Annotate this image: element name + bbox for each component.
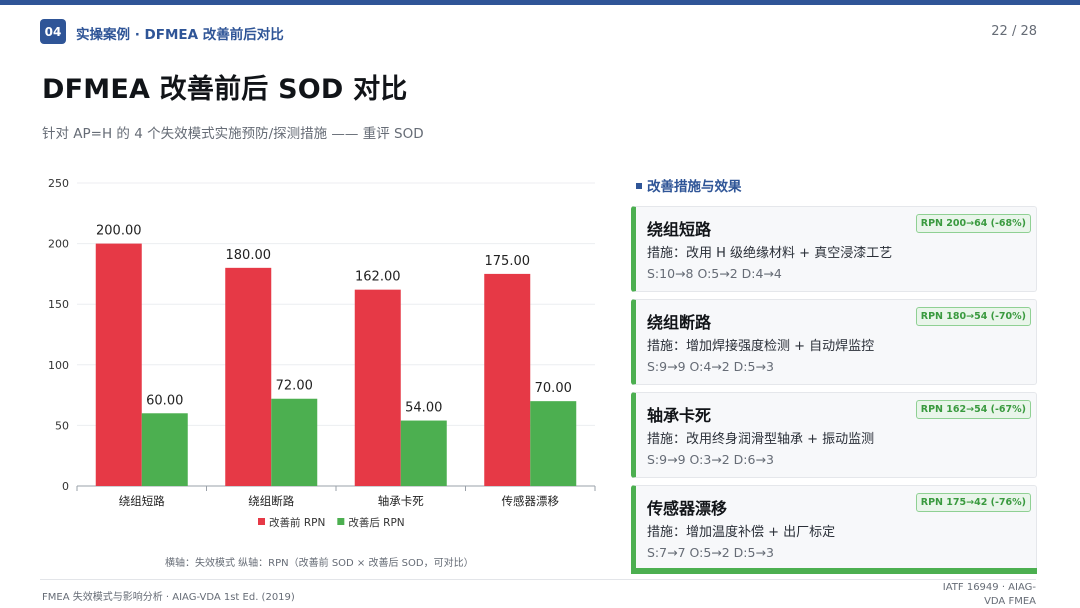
card-sod: S:10→8 O:5→2 D:4→4 (647, 266, 782, 281)
data-label: 54.00 (405, 401, 442, 416)
legend-swatch (337, 518, 345, 525)
rpn-badge: RPN 175→42 (-76%) (915, 493, 1031, 512)
page-subtitle: 针对 AP=H 的 4 个失效模式实施预防/探测措施 —— 重评 SOD (42, 126, 424, 142)
measure-card: 绕组短路 措施：改用 H 级绝缘材料 + 真空浸漆工艺 S:10→8 O:5→2… (631, 206, 1037, 292)
data-label: 72.00 (276, 379, 313, 394)
card-measure: 措施：增加焊接强度检测 + 自动焊监控 (647, 339, 875, 354)
y-tick-label: 200 (48, 238, 69, 251)
footer-standard: IATF 16949 · AIAG-VDA FMEA (942, 582, 1036, 607)
y-tick-label: 150 (48, 298, 69, 311)
data-label: 60.00 (146, 393, 183, 408)
y-tick-label: 50 (55, 419, 69, 432)
bar (400, 420, 447, 486)
legend-label: 改善前 RPN (269, 516, 325, 529)
legend-swatch (258, 518, 265, 525)
legend-label: 改善后 RPN (348, 516, 404, 529)
data-label: 70.00 (535, 381, 572, 396)
measure-card: 绕组断路 措施：增加焊接强度检测 + 自动焊监控 S:9→9 O:4→2 D:5… (631, 299, 1037, 385)
data-label: 200.00 (96, 224, 142, 239)
rpn-badge: RPN 162→54 (-67%) (915, 400, 1031, 419)
data-label: 180.00 (226, 248, 272, 263)
bar (530, 401, 577, 486)
card-measure: 措施：增加温度补偿 + 出厂标定 (647, 525, 836, 540)
axis-note: 横轴：失效模式 纵轴：RPN（改善前 SOD × 改善后 SOD，可对比） (165, 558, 474, 569)
card-sod: S:9→9 O:4→2 D:5→3 (647, 359, 774, 374)
bar (271, 398, 318, 486)
square-bullet-icon (636, 183, 642, 189)
y-tick-label: 250 (48, 177, 69, 190)
x-tick-label: 传感器漂移 (502, 494, 560, 508)
data-label: 162.00 (355, 270, 401, 285)
footer-divider (40, 579, 1036, 580)
card-title: 绕组短路 (647, 220, 712, 239)
x-tick-label: 轴承卡死 (378, 494, 424, 508)
card-sod: S:7→7 O:5→2 D:5→3 (647, 545, 774, 560)
section-title: 实操案例 · DFMEA 改善前后对比 (76, 27, 284, 43)
measure-card: 传感器漂移 措施：增加温度补偿 + 出厂标定 S:7→7 O:5→2 D:5→3… (631, 485, 1037, 571)
panel-title: 改善措施与效果 (636, 175, 742, 195)
data-label: 175.00 (485, 254, 531, 269)
card-sod: S:9→9 O:3→2 D:6→3 (647, 452, 774, 467)
card-measure: 措施：改用 H 级绝缘材料 + 真空浸漆工艺 (647, 246, 893, 261)
card-title: 绕组断路 (647, 313, 712, 332)
bar (484, 273, 531, 486)
section-number-badge: 04 (40, 19, 66, 44)
rpn-badge: RPN 180→54 (-70%) (915, 307, 1031, 326)
rpn-badge: RPN 200→64 (-68%) (915, 214, 1031, 233)
y-tick-label: 0 (62, 480, 69, 493)
x-tick-label: 绕组断路 (248, 494, 294, 508)
rpn-bar-chart: 0 50 100 150 200 250 200.00 60.00 绕组短路 180.00 72.0… (48, 177, 596, 529)
page-title: DFMEA 改善前后 SOD 对比 (42, 74, 408, 105)
page-indicator: 22 / 28 (991, 24, 1037, 39)
bar (95, 243, 142, 486)
panel-bottom-bar (631, 568, 1037, 574)
measure-card: 轴承卡死 措施：改用终身润滑型轴承 + 振动监测 S:9→9 O:3→2 D:6… (631, 392, 1037, 478)
top-accent-bar (0, 0, 1080, 5)
bar (354, 289, 401, 486)
card-measure: 措施：改用终身润滑型轴承 + 振动监测 (647, 432, 875, 447)
y-tick-label: 100 (48, 359, 69, 372)
panel-title-text: 改善措施与效果 (647, 179, 742, 195)
bar (225, 267, 272, 486)
card-title: 轴承卡死 (647, 406, 712, 425)
card-title: 传感器漂移 (647, 499, 728, 518)
footer-source: FMEA 失效模式与影响分析 · AIAG-VDA 1st Ed. (2019) (42, 592, 295, 603)
x-tick-label: 绕组短路 (119, 494, 165, 508)
bar (141, 413, 188, 486)
